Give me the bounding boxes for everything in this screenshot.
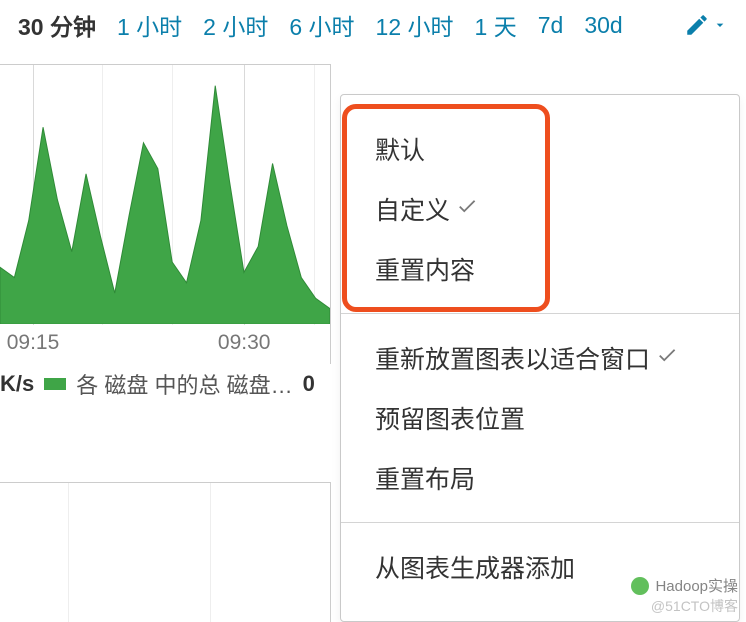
time-range-1天[interactable]: 1 天 [475,8,517,42]
secondary-chart [0,482,331,622]
menu-item-重新放置图表以适合窗口[interactable]: 重新放置图表以适合窗口 [375,328,711,388]
x-tick: 09:15 [7,331,60,355]
time-range-bar: 30 分钟 1 小时 2 小时 6 小时 12 小时 1 天 7d 30d [0,0,746,50]
menu-item-预留图表位置[interactable]: 预留图表位置 [375,388,711,448]
time-range-30d[interactable]: 30d [584,12,622,39]
check-icon [456,195,478,224]
legend-series-label: 各 磁盘 中的总 磁盘… [76,368,292,400]
time-range-1小时[interactable]: 1 小时 [117,8,182,42]
legend-swatch [44,378,66,390]
legend-last-value: 0 [303,371,315,397]
menu-item-自定义[interactable]: 自定义 [375,179,711,239]
menu-item-重置内容[interactable]: 重置内容 [375,239,711,299]
watermark-source: @51CTO博客 [651,596,738,616]
disk-io-chart: 09:15 09:30 [0,64,331,364]
time-range-12小时[interactable]: 12 小时 [376,8,454,42]
pencil-icon [684,12,710,38]
check-icon [656,344,678,373]
wechat-icon [631,577,649,595]
x-tick: 09:30 [218,331,271,355]
time-range-7d[interactable]: 7d [538,12,564,39]
watermark-logo: Hadoop实操 [631,575,738,596]
time-range-2小时[interactable]: 2 小时 [203,8,268,42]
time-range-30分钟[interactable]: 30 分钟 [18,8,96,42]
menu-item-默认[interactable]: 默认 [375,119,711,179]
legend-unit: K/s [0,371,34,397]
chevron-down-icon [712,17,728,33]
edit-dropdown-menu: 默认自定义重置内容重新放置图表以适合窗口预留图表位置重置布局从图表生成器添加 [340,94,740,622]
edit-dashboard-button[interactable] [684,12,728,38]
x-axis: 09:15 09:30 [0,325,330,365]
time-range-6小时[interactable]: 6 小时 [289,8,354,42]
menu-item-重置布局[interactable]: 重置布局 [375,448,711,508]
